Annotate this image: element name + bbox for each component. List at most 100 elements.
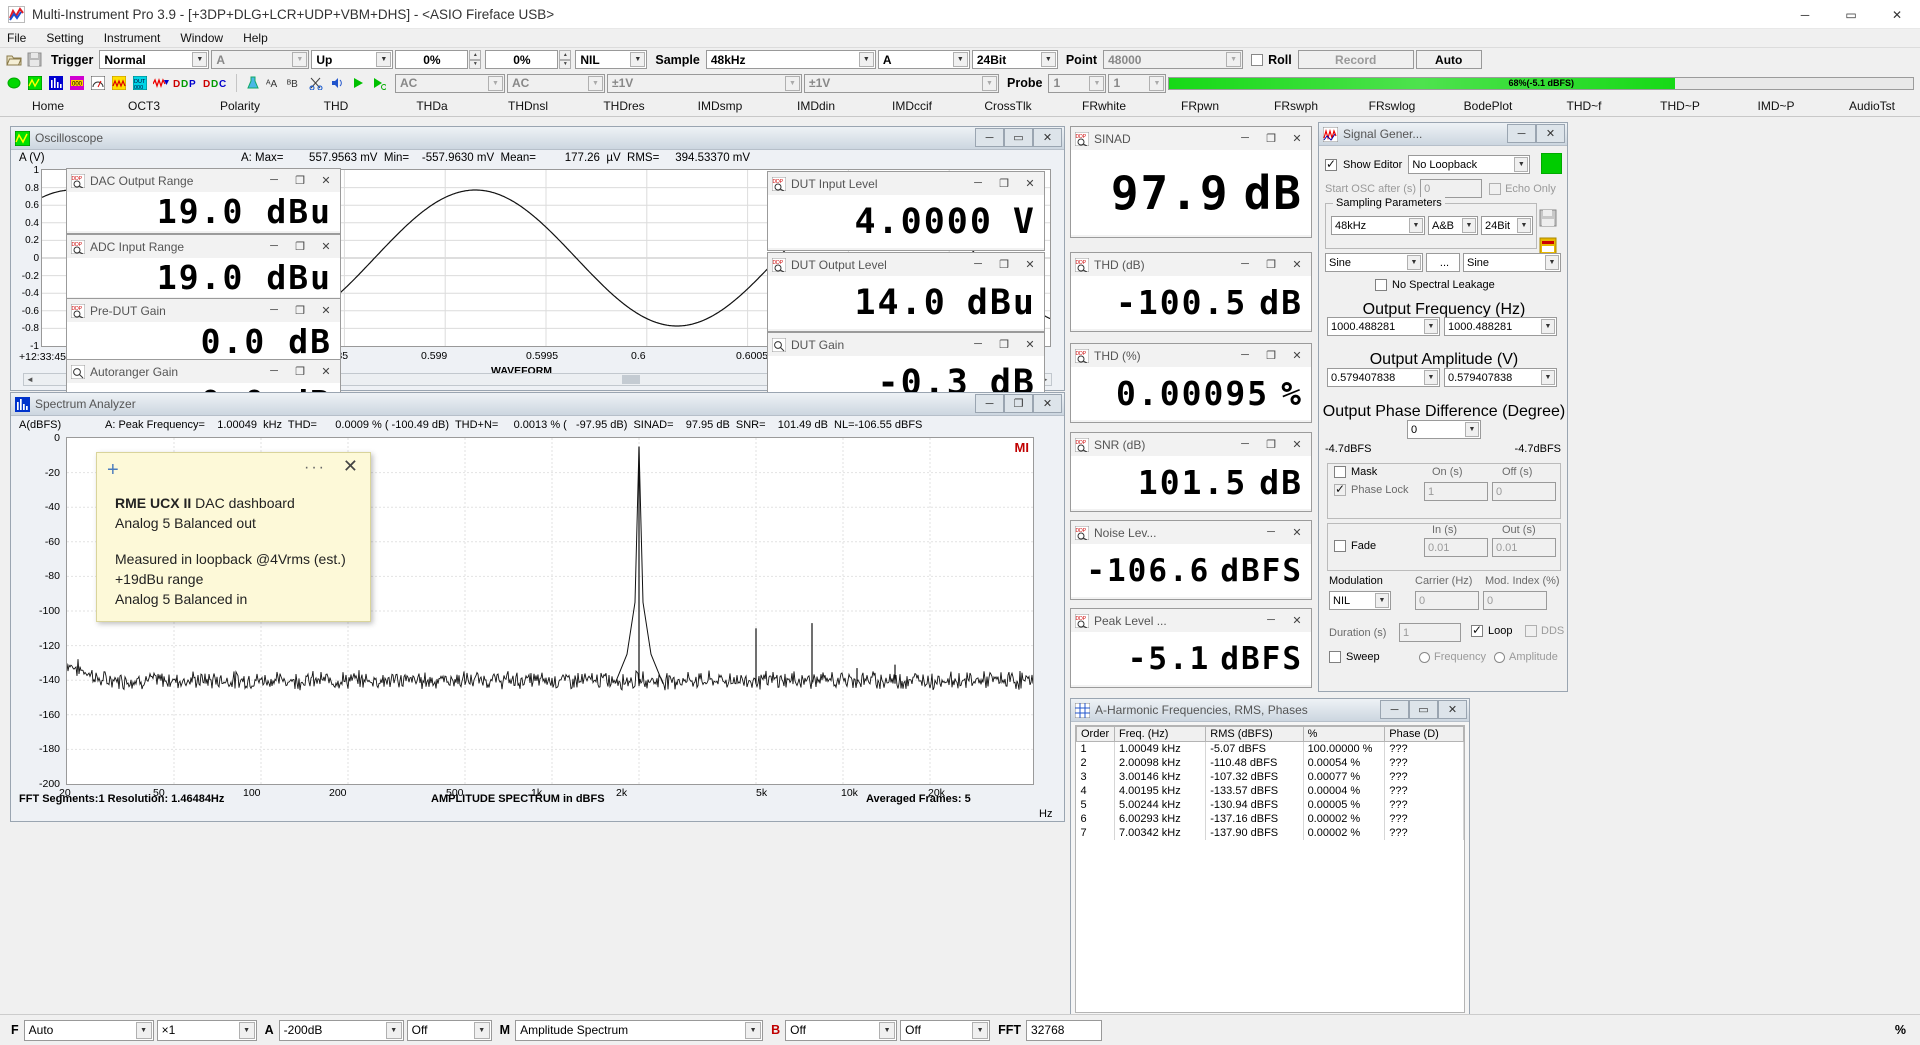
sweep-frequency-radio[interactable] — [1419, 651, 1430, 663]
mask-checkbox[interactable] — [1334, 466, 1346, 478]
close-icon[interactable]: ✕ — [1284, 435, 1310, 453]
maximize-icon[interactable]: ❐ — [287, 301, 313, 319]
spectrum-maximize-button[interactable]: ❐ — [1004, 394, 1033, 413]
range-b-select[interactable]: ±1V ▼ — [804, 73, 999, 93]
tab-thdres[interactable]: THDres — [576, 99, 672, 113]
close-icon[interactable]: ✕ — [313, 237, 339, 255]
chevron-down-icon[interactable]: ▼ — [488, 75, 503, 91]
chevron-left-icon[interactable]: ◄ — [23, 373, 37, 386]
close-icon[interactable]: ✕ — [1284, 255, 1310, 273]
maximize-icon[interactable]: ❐ — [991, 255, 1017, 273]
close-icon[interactable]: ✕ — [1284, 523, 1310, 541]
maximize-icon[interactable]: ❐ — [1258, 346, 1284, 364]
maximize-icon[interactable]: ❐ — [991, 174, 1017, 192]
table-row[interactable]: 1 1.00049 kHz -5.07 dBFS 100.00000 %??? — [1076, 741, 1464, 756]
close-icon[interactable]: ✕ — [313, 301, 339, 319]
meter-autoranger-gain-titlebar[interactable]: Autoranger Gain ─ ❐ ✕ — [67, 360, 340, 383]
marker-a-icon[interactable]: ᴬA — [264, 73, 283, 93]
tab-imdccif[interactable]: IMDccif — [864, 99, 960, 113]
harmonics-minimize-button[interactable]: ─ — [1380, 700, 1409, 719]
roll-checkbox[interactable] — [1251, 53, 1264, 66]
ddc-icon[interactable]: DDC — [202, 73, 230, 93]
sticky-note[interactable]: + ··· ✕ RME UCX II DAC dashboard Analog … — [96, 452, 371, 622]
close-icon[interactable]: ✕ — [1284, 346, 1310, 364]
chevron-down-icon[interactable]: ▼ — [952, 52, 968, 67]
chevron-down-icon[interactable]: ▼ — [1149, 75, 1165, 91]
sample-rate-select[interactable]: 48kHz ▼ — [705, 50, 876, 69]
save-icon[interactable] — [1535, 207, 1561, 229]
play-icon[interactable] — [348, 73, 367, 93]
minimize-icon[interactable]: ─ — [965, 255, 991, 273]
tab-polarity[interactable]: Polarity — [192, 99, 288, 113]
harmonics-close-button[interactable]: ✕ — [1438, 700, 1467, 719]
amplitude-b-input[interactable]: 0.579407838 ▼ — [1444, 368, 1557, 387]
led-indicator-icon[interactable] — [4, 73, 23, 93]
oscilloscope-close-button[interactable]: ✕ — [1033, 128, 1062, 147]
chevron-down-icon[interactable]: ▼ — [1545, 255, 1559, 270]
counter-icon[interactable]: 000 — [67, 73, 86, 93]
speaker-icon[interactable] — [327, 73, 346, 93]
oscilloscope-titlebar[interactable]: Oscilloscope ─ ▭ ✕ — [11, 127, 1064, 150]
minimize-icon[interactable]: ─ — [1232, 346, 1258, 364]
chevron-down-icon[interactable]: ▼ — [630, 52, 646, 67]
probe-b-select[interactable]: 1 ▼ — [1108, 73, 1167, 93]
menu-instrument[interactable]: Instrument — [104, 31, 161, 45]
tab-imd-p[interactable]: IMD~P — [1728, 99, 1824, 113]
phase-input[interactable]: 0 ▼ — [1407, 420, 1481, 439]
start-osc-input[interactable]: 0 — [1420, 179, 1483, 198]
chevron-down-icon[interactable]: ▼ — [858, 52, 874, 67]
spectrum-analyzer-icon[interactable] — [46, 73, 65, 93]
harmonics-col-header[interactable]: Phase (D) — [1384, 726, 1464, 742]
chevron-down-icon[interactable]: ▼ — [238, 1021, 255, 1039]
chevron-down-icon[interactable]: ▼ — [473, 1021, 490, 1039]
dut-icon[interactable]: DUT 000 — [130, 73, 149, 93]
meter-dut-gain-titlebar[interactable]: DUT Gain ─ ❐ ✕ — [768, 333, 1044, 356]
waveform-red-icon[interactable] — [151, 73, 170, 93]
maximize-icon[interactable]: ❐ — [287, 171, 313, 189]
minimize-icon[interactable]: ─ — [261, 362, 287, 380]
window-maximize-button[interactable]: ▭ — [1828, 0, 1874, 29]
menu-help[interactable]: Help — [243, 31, 268, 45]
chevron-down-icon[interactable]: ▼ — [1465, 422, 1479, 437]
tab-oct3[interactable]: OCT3 — [96, 99, 192, 113]
maximize-icon[interactable]: ❐ — [991, 335, 1017, 353]
tab-imdsmp[interactable]: IMDsmp — [672, 99, 768, 113]
frequency-b-input[interactable]: 1000.488281 ▼ — [1444, 317, 1557, 336]
modulation-type-select[interactable]: NIL ▼ — [1329, 591, 1391, 610]
chevron-down-icon[interactable]: ▼ — [972, 1021, 989, 1039]
trigger-pretrig-stepper[interactable]: ▲ ▼ — [559, 50, 572, 69]
tab-crosstlk[interactable]: CrossTlk — [960, 99, 1056, 113]
tab-thdnsl[interactable]: THDnsl — [480, 99, 576, 113]
more-options-icon[interactable]: ··· — [304, 459, 326, 477]
tab-thd-f[interactable]: THD~f — [1536, 99, 1632, 113]
chevron-down-icon[interactable]: ▼ — [1462, 218, 1476, 233]
chevron-down-icon[interactable]: ▼ — [1375, 593, 1389, 608]
chevron-down-icon[interactable]: ▼ — [588, 75, 603, 91]
meter-thd-pct-titlebar[interactable]: DDP THD (%) ─ ❐ ✕ — [1071, 344, 1311, 367]
amplitude-a-input[interactable]: 0.579407838 ▼ — [1327, 368, 1440, 387]
duration-input[interactable]: 1 — [1399, 623, 1461, 642]
window-minimize-button[interactable]: ─ — [1782, 0, 1828, 29]
tab-thd[interactable]: THD — [288, 99, 384, 113]
auto-button[interactable]: Auto — [1415, 50, 1482, 69]
chevron-down-icon[interactable]: ▼ — [1514, 157, 1529, 172]
play-stop-icon[interactable] — [369, 73, 388, 93]
signal-generator-close-button[interactable]: ✕ — [1536, 124, 1565, 143]
meter-pre-dut-gain-titlebar[interactable]: DDP Pre-DUT Gain ─ ❐ ✕ — [67, 299, 340, 322]
roll-checkbox-wrap[interactable]: Roll — [1251, 53, 1292, 67]
table-row[interactable]: 3 3.00146 kHz -107.32 dBFS 0.00077 %??? — [1076, 769, 1464, 784]
trigger-channel-select[interactable]: A ▼ — [211, 50, 310, 69]
chevron-down-icon[interactable]: ▼ — [785, 75, 800, 91]
save-icon[interactable] — [25, 50, 44, 69]
meter-sinad-titlebar[interactable]: DDP SINAD ─ ❐ ✕ — [1071, 127, 1311, 150]
echo-only-checkbox[interactable] — [1489, 182, 1502, 195]
marker-b-icon[interactable]: ᴮB — [285, 73, 304, 93]
chevron-down-icon[interactable]: ▼ — [1424, 370, 1438, 385]
menu-file[interactable]: File — [7, 31, 26, 45]
harmonics-col-header[interactable]: Order — [1076, 726, 1115, 742]
loopback-select[interactable]: No Loopback ▼ — [1408, 155, 1531, 174]
mod-index-input[interactable]: 0 — [1483, 591, 1547, 610]
range-a-select[interactable]: ±1V ▼ — [607, 73, 802, 93]
zoom-select[interactable]: ×1 ▼ — [156, 1019, 257, 1041]
table-row[interactable]: 6 6.00293 kHz -137.16 dBFS 0.00002 %??? — [1076, 811, 1464, 826]
